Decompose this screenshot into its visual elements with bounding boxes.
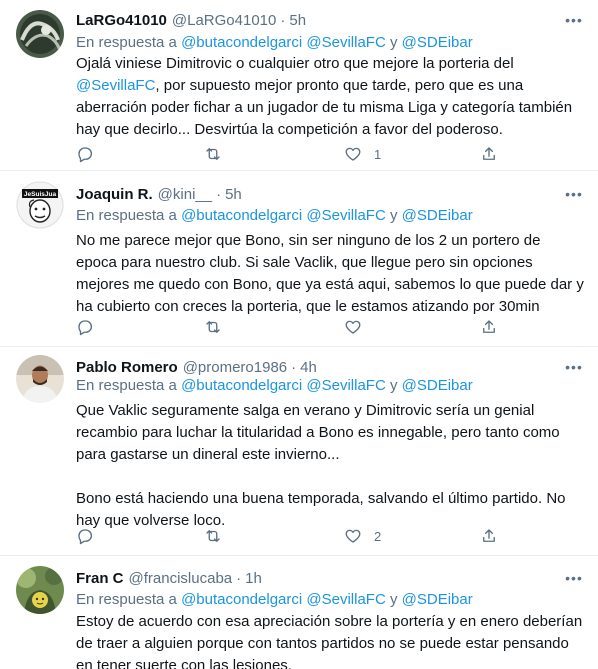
like-count: 2 [374,528,382,544]
more-icon[interactable]: ••• [564,10,584,30]
user-handle[interactable]: @kini__ [158,186,212,203]
reply-context: En respuesta a @butacondelgarci @Sevilla… [76,376,473,396]
retweet-icon [206,321,220,333]
display-name[interactable]: LaRGo41010 [76,12,167,29]
like-button[interactable]: 2 [344,526,381,546]
tweet-header: LaRGo41010 @LaRGo41010 · 5h [76,10,306,30]
like-button[interactable] [344,317,362,337]
timestamp[interactable]: 5h [289,12,306,29]
tweet[interactable]: Fran C @francislucaba · 1h ••• En respue… [0,556,598,669]
avatar[interactable]: JeSuisJua [16,181,64,229]
separator: · [280,11,286,29]
action-bar: 2 [76,526,508,546]
retweet-icon [206,530,220,542]
reply-button[interactable] [76,317,94,337]
share-icon [483,147,495,160]
heart-icon [345,147,361,161]
mention-link[interactable]: @SevillaFC [76,77,155,94]
share-icon [483,529,495,542]
like-button[interactable]: 1 [344,144,381,164]
reply-prefix: En respuesta a [76,34,177,51]
separator: · [236,569,242,587]
mention-link[interactable]: @SevillaFC [306,377,385,394]
mention-link[interactable]: @butacondelgarci [181,34,302,51]
reply-button[interactable] [76,526,94,546]
more-icon[interactable]: ••• [564,184,584,204]
timestamp[interactable]: 1h [245,570,262,587]
reply-icon [78,147,93,163]
reply-prefix: En respuesta a [76,591,177,608]
share-button[interactable] [480,317,498,337]
display-name[interactable]: Fran C [76,570,124,587]
reply-context: En respuesta a @butacondelgarci @Sevilla… [76,33,473,53]
mention-link[interactable]: @SDEibar [402,207,473,224]
mention-link[interactable]: @butacondelgarci [181,591,302,608]
retweet-button[interactable] [204,144,222,164]
avatar[interactable] [16,10,64,58]
avatar-image [16,355,64,403]
share-button[interactable] [480,526,498,546]
display-name[interactable]: Pablo Romero [76,359,178,376]
reply-prefix: En respuesta a [76,377,177,394]
heart-icon [345,529,361,543]
tweet[interactable]: JeSuisJua Joaquin R. @kini__ · 5h ••• En… [0,171,598,347]
separator: · [216,185,222,203]
action-bar: 1 [76,144,508,164]
and-word: y [389,34,398,51]
tweet-text-part: Ojalá viniese Dimitrovic o cualquier otr… [76,55,518,72]
tweet-text: No me parece mejor que Bono, sin ser nin… [76,232,589,315]
like-count: 1 [374,146,382,162]
reply-prefix: En respuesta a [76,207,177,224]
timestamp[interactable]: 4h [300,359,317,376]
tweet-header: Joaquin R. @kini__ · 5h [76,184,242,204]
retweet-button[interactable] [204,526,222,546]
reply-context: En respuesta a @butacondelgarci @Sevilla… [76,206,473,226]
mention-link[interactable]: @butacondelgarci [181,377,302,394]
tweet-text: Estoy de acuerdo con esa apreciación sob… [76,613,587,669]
tweet-header: Pablo Romero @promero1986 · 4h [76,357,317,377]
avatar-image [16,10,64,58]
mention-link[interactable]: @SevillaFC [306,591,385,608]
separator: · [291,358,297,376]
tweet[interactable]: LaRGo41010 @LaRGo41010 · 5h ••• En respu… [0,0,598,171]
reply-button[interactable] [76,144,94,164]
tweet-header: Fran C @francislucaba · 1h [76,568,262,588]
and-word: y [389,591,398,608]
avatar[interactable] [16,355,64,403]
timestamp[interactable]: 5h [225,186,242,203]
retweet-icon [206,148,220,160]
mention-link[interactable]: @butacondelgarci [181,207,302,224]
display-name[interactable]: Joaquin R. [76,186,153,203]
share-icon [483,320,495,333]
avatar-text: JeSuisJua [24,191,57,198]
and-word: y [389,207,398,224]
tweet[interactable]: Pablo Romero @promero1986 · 4h ••• En re… [0,347,598,556]
more-icon[interactable]: ••• [564,568,584,588]
heart-icon [345,320,361,334]
avatar[interactable] [16,566,64,614]
mention-link[interactable]: @SevillaFC [306,34,385,51]
mention-link[interactable]: @SDEibar [402,591,473,608]
reply-icon [78,320,93,336]
share-button[interactable] [480,144,498,164]
reply-context: En respuesta a @butacondelgarci @Sevilla… [76,590,473,610]
reply-feed: LaRGo41010 @LaRGo41010 · 5h ••• En respu… [0,0,598,669]
more-icon[interactable]: ••• [564,357,584,377]
mention-link[interactable]: @SDEibar [402,34,473,51]
retweet-button[interactable] [204,317,222,337]
mention-link[interactable]: @SDEibar [402,377,473,394]
user-handle[interactable]: @francislucaba [129,570,233,587]
and-word: y [389,377,398,394]
avatar-image [16,566,64,614]
tweet-text: Ojalá viniese Dimitrovic o cualquier otr… [76,53,584,141]
reply-icon [78,529,93,545]
action-bar [76,317,508,337]
avatar-image: JeSuisJua [16,181,64,229]
user-handle[interactable]: @promero1986 [183,359,287,376]
tweet-text: Que Vaklic seguramente salga en verano y… [76,402,566,529]
user-handle[interactable]: @LaRGo41010 [172,12,276,29]
mention-link[interactable]: @SevillaFC [306,207,385,224]
